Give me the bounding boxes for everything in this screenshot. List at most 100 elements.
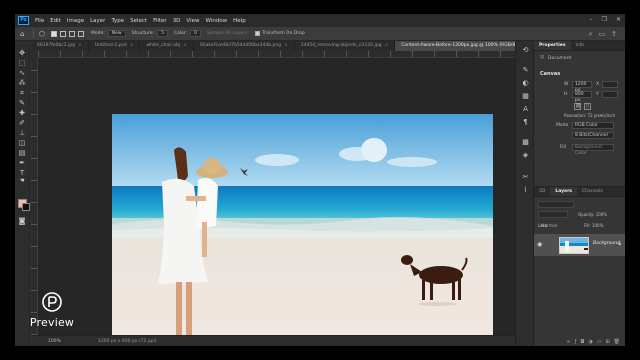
styles-icon[interactable]: ◈ — [521, 151, 530, 160]
blend-mode-select[interactable]: Normal — [538, 211, 568, 229]
tab-document[interactable]: 24454_removing-objects_o1120.jpg × — [295, 41, 396, 51]
close-button[interactable]: ✕ — [616, 16, 621, 24]
menu-image[interactable]: Image — [67, 18, 84, 24]
selection-subtract-icon[interactable] — [69, 30, 75, 37]
tab-document[interactable]: 66197fe0bc2.jpg × — [31, 41, 89, 51]
background-color-swatch[interactable] — [22, 203, 30, 211]
close-icon[interactable]: × — [384, 41, 388, 51]
menu-window[interactable]: Window — [205, 18, 227, 24]
layer-name[interactable]: Background — [593, 241, 620, 246]
menu-select[interactable]: Select — [130, 18, 147, 24]
tab-layers[interactable]: Layers — [550, 187, 577, 196]
tab-document[interactable]: white_chair.obj × — [140, 41, 194, 51]
selection-new-icon[interactable] — [51, 30, 57, 37]
trash-icon[interactable]: 🗑︎ — [614, 339, 620, 345]
search-icon[interactable]: ⌕ — [589, 30, 593, 38]
y-field[interactable] — [602, 91, 618, 98]
share-icon[interactable]: ⇪ — [611, 30, 617, 38]
menu-view[interactable]: View — [186, 18, 199, 24]
healing-brush-icon[interactable]: ✚ — [18, 109, 26, 117]
adjustment-layer-icon[interactable]: ◑ — [588, 339, 592, 345]
fill-field[interactable]: Fill: 100% — [584, 223, 603, 228]
tab-document[interactable]: Untitled-2.psd × — [89, 41, 141, 51]
selection-intersect-icon[interactable] — [78, 30, 84, 37]
group-icon[interactable]: ▭ — [597, 339, 602, 345]
document-canvas[interactable] — [112, 114, 493, 346]
menu-file[interactable]: File — [35, 18, 44, 24]
tab-channels[interactable]: Channels — [577, 187, 608, 196]
new-layer-icon[interactable]: ⊞ — [605, 339, 609, 345]
restore-button[interactable]: ❐ — [602, 16, 607, 24]
zoom-level[interactable]: 100% — [48, 339, 78, 344]
fx-icon[interactable]: ƒ — [575, 339, 577, 345]
lasso-tool-icon[interactable]: ∿ — [18, 69, 26, 77]
minimize-button[interactable]: – — [590, 16, 593, 24]
mask-icon[interactable]: ◘ — [580, 339, 584, 345]
menu-filter[interactable]: Filter — [153, 18, 167, 24]
brush-tool-icon[interactable]: ✐ — [18, 119, 26, 127]
quick-select-tool-icon[interactable]: ⁂ — [18, 79, 26, 87]
visibility-eye-icon[interactable]: ◉ — [537, 241, 545, 249]
patch-tool-icon[interactable]: ⬡ — [39, 30, 47, 38]
paths-icon[interactable]: ⌇ — [521, 186, 530, 195]
layer-row-background[interactable]: ◉ Background 🔒︎ — [534, 234, 625, 256]
menu-edit[interactable]: Edit — [50, 18, 61, 24]
paragraph-icon[interactable]: ¶ — [521, 118, 530, 127]
character-icon[interactable]: A — [521, 105, 530, 114]
link-layers-icon[interactable]: ∞ — [566, 339, 570, 345]
eraser-tool-icon[interactable]: ◫ — [18, 139, 26, 147]
adjustments-icon[interactable]: ◐ — [521, 79, 530, 88]
workspace-icon[interactable]: ▭ — [599, 30, 606, 38]
menu-layer[interactable]: Layer — [90, 18, 105, 24]
bits-select[interactable]: 8 Bits/Channel — [572, 132, 614, 139]
libraries-icon[interactable]: ▦ — [521, 92, 530, 101]
crop-tool-icon[interactable]: ⌗ — [18, 89, 26, 97]
lock-icon[interactable]: 🔒︎ — [618, 241, 621, 247]
close-icon[interactable]: × — [284, 41, 288, 51]
mode-select[interactable]: New — [107, 30, 126, 37]
tab-document-active[interactable]: Content-Aware-Before-1200px.jpg @ 100% (… — [395, 41, 515, 51]
watermark-text: Preview — [29, 316, 75, 329]
move-tool-icon[interactable]: ✥ — [18, 49, 26, 57]
selection-add-icon[interactable] — [60, 30, 66, 37]
menu-3d[interactable]: 3D — [173, 18, 181, 24]
home-icon[interactable]: ⌂ — [20, 30, 28, 38]
tools-icon[interactable]: ✂ — [521, 173, 530, 182]
quick-mask-icon[interactable]: ◙ — [18, 217, 26, 225]
x-field[interactable] — [602, 81, 618, 88]
marquee-tool-icon[interactable]: ⬚ — [18, 59, 26, 67]
menu-type[interactable]: Type — [111, 18, 124, 24]
pen-tool-icon[interactable]: ✒ — [18, 159, 26, 167]
kind-filter[interactable]: Kind — [538, 201, 574, 219]
brush-settings-icon[interactable]: ✎ — [521, 66, 530, 75]
tab-3d[interactable]: 3D — [534, 187, 550, 196]
width-field[interactable]: 1200 px — [572, 81, 592, 93]
mode-select[interactable]: RGB Color — [572, 122, 614, 129]
clone-stamp-icon[interactable]: ⊥ — [18, 129, 26, 137]
menu-help[interactable]: Help — [233, 18, 246, 24]
color-field[interactable]: 0 — [190, 30, 201, 37]
close-icon[interactable]: × — [183, 41, 187, 51]
fill-select[interactable]: Background Color — [572, 144, 614, 156]
close-icon[interactable]: × — [78, 41, 82, 51]
orientation-icon[interactable]: ▯ — [584, 103, 591, 110]
canvas-section-title[interactable]: Canvas — [540, 71, 560, 77]
structure-field[interactable]: 5 — [157, 30, 168, 37]
transform-on-drop-checkbox[interactable] — [255, 31, 261, 36]
hand-tool-icon[interactable]: ☚ — [18, 177, 26, 185]
tab-properties[interactable]: Properties — [534, 41, 571, 50]
tab-document[interactable]: ShakeFive46d7b5d4406be344b.png × — [194, 41, 295, 51]
history-icon[interactable]: ⟲ — [521, 46, 530, 55]
document-size[interactable]: 1200 px x 800 px (72 ppi) — [98, 339, 157, 344]
height-field[interactable]: 800 px — [572, 91, 592, 103]
link-icon[interactable]: ⛓ — [574, 103, 581, 110]
opacity-field[interactable]: Opacity: 100% — [578, 212, 607, 217]
close-icon[interactable]: × — [130, 41, 134, 51]
swatches-icon[interactable]: ▩ — [521, 138, 530, 147]
gradient-tool-icon[interactable]: ▤ — [18, 149, 26, 157]
type-tool-icon[interactable]: T — [18, 169, 26, 177]
eyedropper-tool-icon[interactable]: ✎ — [18, 99, 26, 107]
tab-info[interactable]: Info — [571, 41, 590, 50]
horizontal-ruler[interactable] — [38, 51, 515, 58]
sample-all-layers-checkbox[interactable]: Sample All Layers — [207, 31, 247, 36]
